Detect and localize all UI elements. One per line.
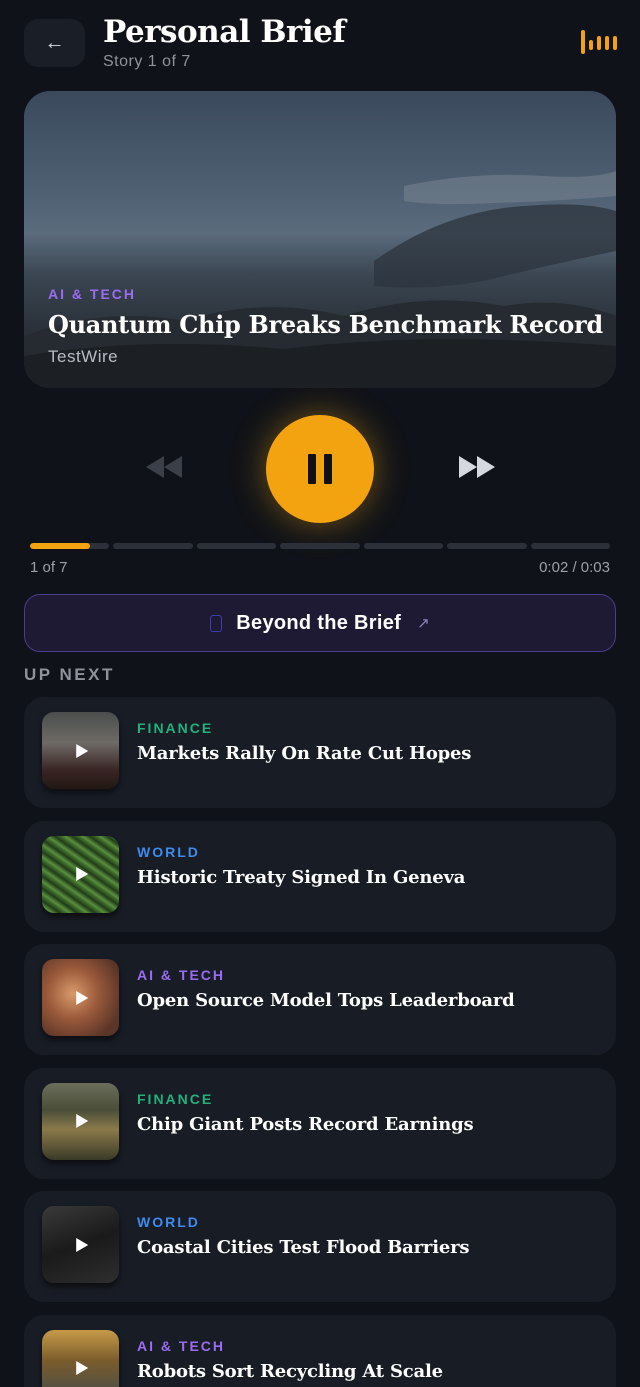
beyond-label: Beyond the Brief — [236, 611, 402, 634]
story-title: Historic Treaty Signed In Geneva — [137, 866, 466, 888]
page-title: Personal Brief — [103, 14, 346, 50]
story-title: Markets Rally On Rate Cut Hopes — [137, 743, 472, 764]
story-thumbnail — [42, 1082, 119, 1160]
equalizer-icon[interactable] — [580, 29, 617, 55]
back-button[interactable]: ← — [24, 19, 85, 67]
story-thumbnail — [42, 1329, 119, 1387]
progress-segment-3 — [196, 543, 277, 549]
list-item[interactable]: WORLD Coastal Cities Test Flood Barriers — [24, 1191, 616, 1302]
story-thumbnail — [42, 712, 119, 789]
hero-image — [24, 171, 616, 388]
now-playing-title: Quantum Chip Breaks Benchmark Record — [48, 310, 603, 339]
back-arrow-icon: ← — [44, 31, 65, 54]
up-next-list: FINANCE Markets Rally On Rate Cut Hopes … — [24, 697, 616, 1387]
now-playing-source: TestWire — [48, 347, 119, 366]
story-thumbnail — [42, 959, 119, 1036]
list-item[interactable]: AI & TECH Robots Sort Recycling At Scale — [24, 1314, 616, 1387]
story-category: FINANCE — [137, 1090, 214, 1107]
progress-segment-5 — [363, 543, 444, 549]
now-playing-card[interactable]: AI & TECH Quantum Chip Breaks Benchmark … — [24, 91, 616, 388]
now-playing-category: AI & TECH — [48, 286, 136, 302]
progress-count: 1 of 7 — [30, 559, 68, 576]
story-title: Robots Sort Recycling At Scale — [137, 1360, 443, 1382]
pause-icon — [308, 454, 316, 484]
story-title: Chip Giant Posts Record Earnings — [137, 1113, 474, 1135]
story-thumbnail — [42, 835, 119, 913]
list-item[interactable]: FINANCE Chip Giant Posts Record Earnings — [24, 1067, 616, 1179]
progress-segment-2 — [113, 543, 193, 549]
list-item[interactable]: FINANCE Markets Rally On Rate Cut Hopes — [24, 697, 616, 808]
story-title: Coastal Cities Test Flood Barriers — [137, 1237, 470, 1258]
play-icon — [75, 1361, 88, 1375]
story-category: FINANCE — [137, 720, 214, 736]
list-item[interactable]: WORLD Historic Treaty Signed In Geneva — [24, 820, 616, 932]
progress-time: 0:02 / 0:03 — [539, 559, 610, 576]
story-category: WORLD — [137, 843, 200, 860]
play-icon — [75, 990, 88, 1005]
beyond-the-brief-button[interactable]: Beyond the Brief ↗ — [24, 594, 616, 652]
progress-segment-7 — [530, 543, 610, 549]
story-category: AI & TECH — [137, 967, 225, 983]
progress-segment-1 — [30, 543, 110, 549]
list-item[interactable]: AI & TECH Open Source Model Tops Leaderb… — [24, 944, 616, 1055]
story-title: Open Source Model Tops Leaderboard — [137, 990, 515, 1011]
rewind-icon[interactable] — [142, 452, 186, 482]
bookmark-icon — [210, 614, 223, 632]
up-next-heading: UP NEXT — [24, 665, 115, 684]
story-counter: Story 1 of 7 — [103, 53, 191, 70]
story-category: WORLD — [137, 1214, 200, 1230]
play-icon — [75, 743, 88, 758]
story-thumbnail — [42, 1206, 119, 1283]
pause-button[interactable] — [266, 415, 374, 523]
play-icon — [75, 867, 88, 881]
progress-segment-6 — [447, 543, 527, 549]
fast-forward-icon[interactable] — [455, 452, 499, 482]
external-arrow-icon: ↗ — [417, 615, 430, 632]
header: ← Personal Brief Story 1 of 7 — [0, 0, 640, 90]
story-progress[interactable] — [30, 543, 610, 549]
progress-segment-4 — [280, 543, 360, 549]
play-icon — [75, 1114, 88, 1128]
play-icon — [75, 1237, 88, 1252]
story-category: AI & TECH — [137, 1337, 225, 1354]
